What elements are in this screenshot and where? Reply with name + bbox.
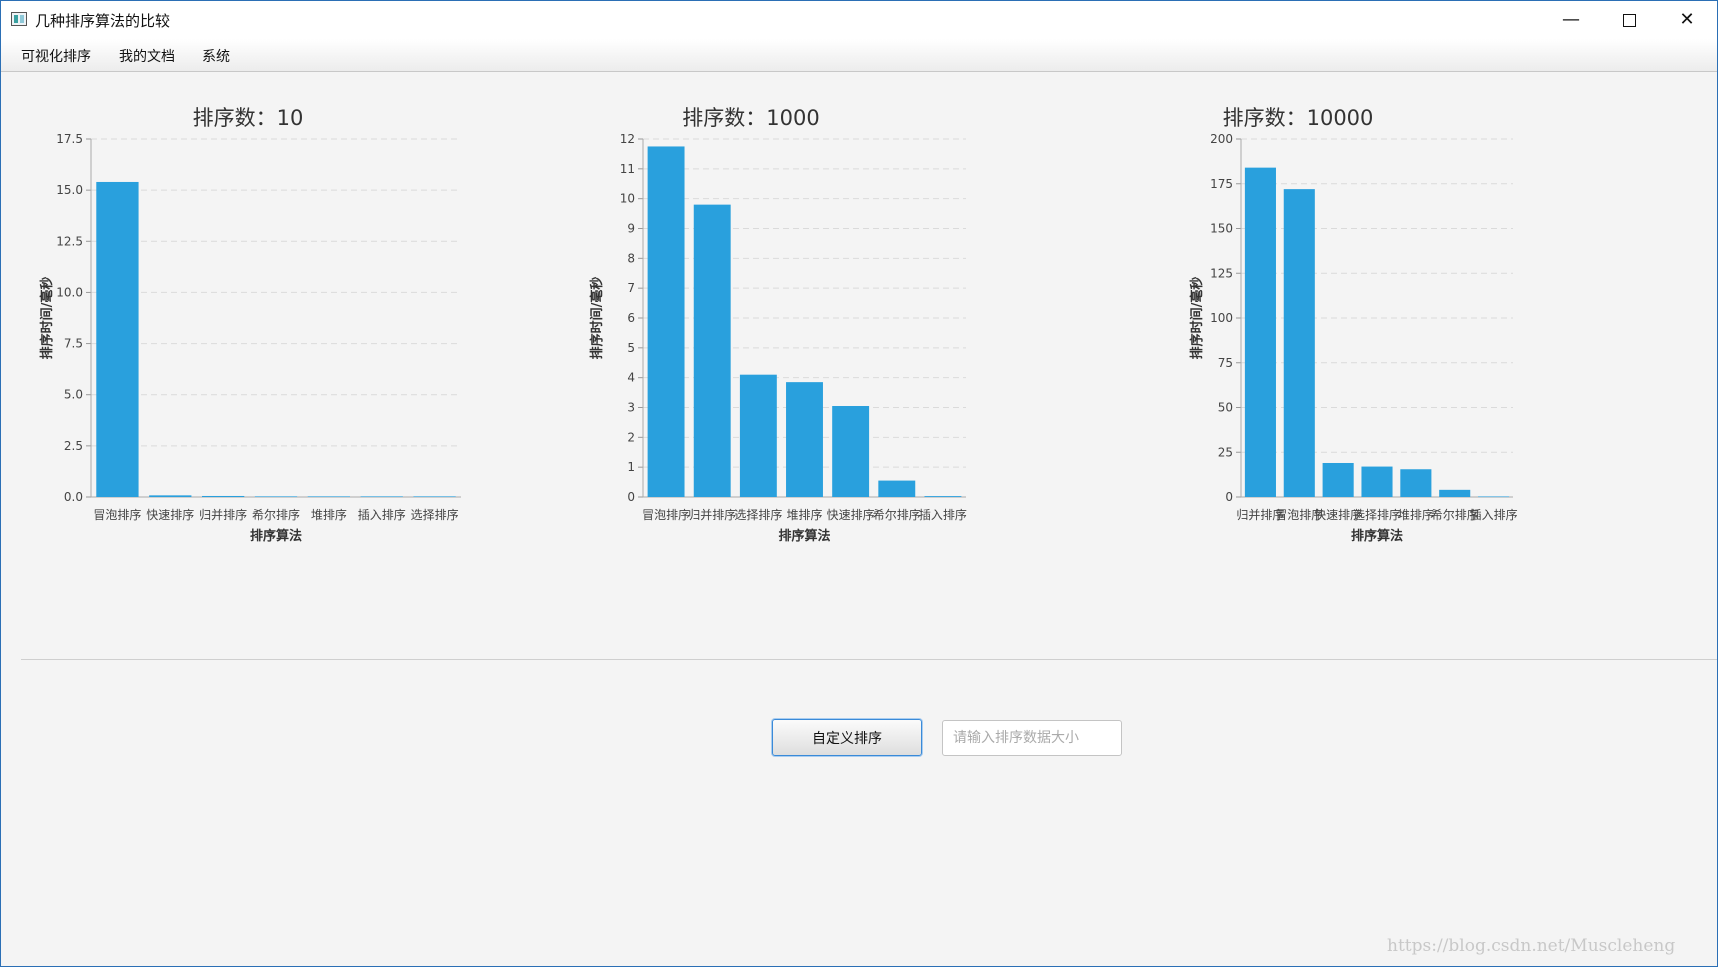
bar (254, 496, 298, 497)
y-tick-label: 0 (1225, 490, 1233, 504)
x-tick-label: 插入排序 (358, 507, 406, 522)
x-tick-label: 冒泡排序 (93, 507, 141, 522)
x-tick-label: 选择排序 (411, 507, 459, 522)
y-tick-label: 11 (620, 162, 635, 176)
app-window: 几种排序算法的比较 — ✕ 可视化排序 我的文档 系统 排序数：10 0.0 2.5… (0, 0, 1718, 967)
bar (96, 181, 139, 497)
bar (832, 406, 870, 497)
x-tick-label: 冒泡排序 (642, 507, 690, 522)
custom-sort-button[interactable]: 自定义排序 (772, 719, 922, 756)
y-tick-label: 17.5 (56, 132, 83, 146)
bar (1361, 466, 1393, 497)
window-title: 几种排序算法的比较 (35, 12, 171, 30)
y-tick-label: 9 (627, 222, 635, 236)
x-axis-label: 排序算法 (778, 528, 830, 544)
chart-n10000-svg: 排序数：100000255075100125150175200归并排序冒泡排序快… (1189, 106, 1518, 544)
x-tick-label: 希尔排序 (252, 507, 300, 522)
bar (1244, 167, 1276, 497)
y-tick-label: 2 (627, 430, 635, 444)
menu-visual-sort[interactable]: 可视化排序 (21, 46, 91, 66)
y-tick-label: 10 (620, 192, 635, 206)
y-tick-label: 175 (1210, 177, 1233, 191)
y-tick-label: 0 (627, 490, 635, 504)
title-bar: 几种排序算法的比较 — ✕ (1, 1, 1717, 39)
y-tick-label: 150 (1210, 222, 1233, 236)
y-tick-label: 4 (627, 371, 635, 385)
x-tick-label: 快速排序 (146, 507, 194, 522)
chart-n1000-svg: 排序数：10000123456789101112冒泡排序归并排序选择排序 堆排序快… (589, 106, 967, 544)
chart-n10000: 排序数：10000 0 25 50 75 100 125 150 175 200 归并排序 冒泡排序快… (1181, 101, 1701, 611)
y-tick-label: 12.5 (56, 234, 83, 248)
x-tick-label: 希尔排序 (873, 507, 921, 522)
y-tick-label: 7.5 (64, 337, 83, 351)
bar (307, 496, 350, 497)
bar (202, 495, 245, 497)
bar (1322, 462, 1354, 497)
y-tick-label: 125 (1210, 266, 1233, 280)
bar (1400, 469, 1432, 497)
bar (1478, 496, 1510, 498)
y-tick-label: 100 (1210, 311, 1233, 325)
y-tick-label: 75 (1218, 356, 1233, 370)
bar (786, 382, 823, 497)
chart-title: 排序数：10000 (1223, 106, 1374, 130)
maximize-button[interactable] (1600, 1, 1658, 39)
menu-my-documents[interactable]: 我的文档 (119, 46, 175, 66)
menu-system[interactable]: 系统 (202, 46, 230, 66)
y-tick-label: 3 (627, 401, 635, 415)
chart-n1000: 排序数：1000 0 1 2 3 4 5 6 7 8 9 10 11 12 冒泡排序 归并排序 选择排序 堆排序快… (581, 101, 1101, 611)
bar (1439, 489, 1471, 497)
x-tick-label: 归并排序 (688, 507, 736, 522)
y-tick-label: 5 (627, 341, 635, 355)
y-tick-label: 7 (627, 281, 635, 295)
x-tick-label: 插入排序 (919, 507, 967, 522)
x-tick-label: 堆排序 (311, 507, 347, 522)
x-axis-label: 排序算法 (250, 528, 302, 544)
y-tick-label: 2.5 (64, 439, 83, 453)
bar (1283, 189, 1315, 497)
bar (413, 496, 456, 497)
bar (878, 480, 916, 497)
app-icon (11, 12, 27, 26)
x-tick-label: 堆排序 (1398, 507, 1434, 522)
x-axis-label: 排序算法 (1351, 528, 1403, 544)
x-tick-label: 选择排序 (1353, 507, 1401, 522)
chart-title: 排序数：10 (193, 106, 304, 130)
bar (360, 496, 403, 497)
watermark: https://blog.csdn.net/Muscleheng (1387, 936, 1676, 956)
separator (21, 659, 1717, 660)
x-tick-label: 归并排序 (199, 507, 247, 522)
y-tick-label: 12 (620, 132, 635, 146)
bar (924, 496, 962, 497)
bar (693, 204, 731, 497)
y-tick-label: 50 (1218, 401, 1233, 415)
y-tick-label: 15.0 (56, 183, 83, 197)
x-tick-label: 插入排序 (1470, 507, 1518, 522)
x-tick-label: 堆排序 (786, 507, 822, 522)
minimize-button[interactable]: — (1542, 1, 1600, 39)
x-tick-label: 快速排序 (827, 507, 875, 522)
sort-size-input[interactable] (942, 720, 1122, 756)
menu-bar: 可视化排序 我的文档 系统 (1, 39, 1717, 72)
y-axis-label: 排序时间/毫秒 (39, 277, 55, 360)
y-tick-label: 6 (627, 311, 635, 325)
chart-n10: 排序数：10 0.0 2.5 5.0 7.5 10.0 12.5 15.0 17.5 冒泡排序 快速… (31, 101, 551, 611)
y-tick-label: 10.0 (56, 285, 83, 299)
y-axis-label: 排序时间/毫秒 (1189, 277, 1205, 360)
x-tick-label: 选择排序 (734, 507, 782, 522)
bar (149, 495, 192, 497)
y-tick-label: 200 (1210, 132, 1233, 146)
y-axis-label: 排序时间/毫秒 (589, 277, 605, 360)
bar (647, 146, 685, 498)
y-tick-label: 1 (627, 460, 635, 474)
chart-n10-svg: 排序数：10 0.0 2.5 5.0 7.5 10.0 12.5 15.0 17.5 冒泡排序 快速… (39, 106, 461, 544)
y-tick-label: 5.0 (64, 388, 83, 402)
bar (739, 374, 777, 497)
maximize-icon (1622, 13, 1636, 27)
y-tick-label: 8 (627, 251, 635, 265)
close-button[interactable]: ✕ (1658, 1, 1716, 39)
chart-title: 排序数：1000 (682, 106, 819, 130)
y-tick-label: 0.0 (64, 490, 83, 504)
y-tick-label: 25 (1218, 445, 1233, 459)
